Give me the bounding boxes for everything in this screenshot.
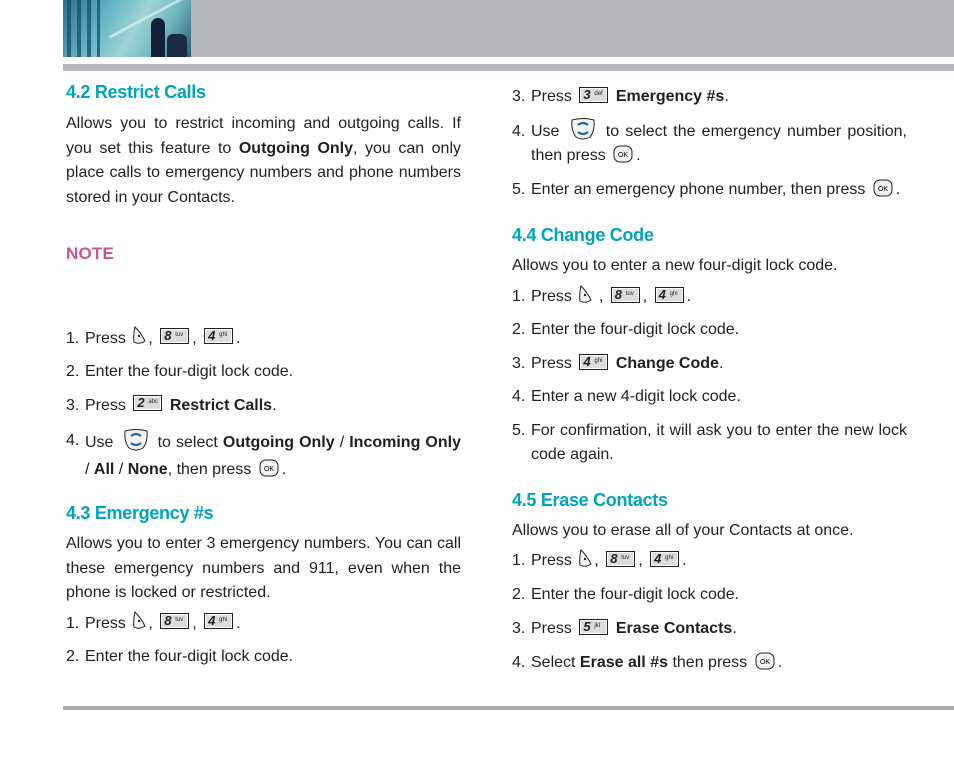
step-5: 5. Enter an emergency phone number, then… [512,178,907,203]
key-4: 4 ghi [204,613,234,630]
key-8: 8 tuv [610,286,640,303]
svg-text:OK: OK [618,152,628,159]
key-3: 3 def [579,86,609,103]
step-4: 4. Enter a new 4-digit lock code. [512,388,741,406]
step-1: 1. Press , 8 tuv, 4 ghi. [512,284,907,310]
right-column: 3. Press 3 def Emergency #s. 4. Use to se… [512,85,907,675]
key-4: 4 ghi [204,328,234,345]
navigation-key-icon [570,117,595,139]
step-4: 4. Use to select Outgoing Only / Incomin… [66,428,461,483]
step-1: 1. Press , 8 tuv, 4 ghi. [512,549,907,574]
section-title-erase-contacts: 4.5 Erase Contacts [512,489,668,510]
key-4: 4 ghi [654,286,684,303]
key-5: 5 jkl [579,619,609,635]
step-1: 1. Press , 8 tuv, 4 ghi. [66,611,461,637]
key-2: 2 abc [133,395,163,412]
navigation-key-icon [123,428,148,451]
step-3: 3. Press 5 jkl Erase Contacts. [512,619,737,638]
menu-key-icon [579,549,593,567]
section-title-emergency-numbers: 4.3 Emergency #s [66,503,214,523]
ok-key-icon: OK [613,145,633,163]
left-column: 4.2 Restrict Calls Allows you to restric… [66,80,461,670]
emergency-numbers-description: Allows you to enter 3 emergency numbers.… [66,535,461,601]
step-1: 1. Press , 8 tuv, 4 ghi. [66,326,461,352]
ok-key-icon: OK [259,459,279,477]
erase-contacts-description: Allows you to erase all of your Contacts… [512,521,854,539]
change-code-description: Allows you to enter a new four-digit loc… [512,257,838,275]
step-4: 4. Use to select the emergency number po… [512,117,907,169]
restrict-calls-description: Allows you to restrict incoming and outg… [66,115,462,206]
step-3: 3. Press 2 abc Restrict Calls. [66,395,277,414]
svg-text:OK: OK [878,186,888,193]
ok-key-icon: OK [755,652,775,669]
step-4: 4. Select Erase all #s then press OK. [512,651,907,676]
menu-key-icon [133,611,147,630]
note-label: NOTE [66,244,115,263]
menu-key-icon [133,326,147,345]
step-2: 2. Enter the four-digit lock code. [512,321,740,339]
step-3: 3. Press 4 ghi Change Code. [512,353,724,372]
key-4: 4 ghi [650,551,680,567]
ok-key-icon: OK [873,179,893,196]
section-title-restrict-calls: 4.2 Restrict Calls [66,82,206,102]
svg-text:OK: OK [264,466,274,473]
menu-key-icon [579,284,593,303]
step-5: 5. For confirmation, it will ask you to e… [512,421,907,464]
header-bar [63,0,954,57]
step-2: 2. Enter the four-digit lock code. [66,363,294,380]
step-2: 2. Enter the four-digit lock code. [66,648,294,665]
key-8: 8 tuv [606,551,636,567]
step-2: 2. Enter the four-digit lock code. [512,585,740,603]
svg-text:OK: OK [760,659,770,666]
top-divider [63,64,954,71]
section-title-change-code: 4.4 Change Code [512,225,654,246]
key-4: 4 ghi [579,353,609,370]
key-8: 8 tuv [160,613,190,630]
step-3: 3. Press 3 def Emergency #s. [512,86,729,105]
header-photo [63,0,191,57]
key-8: 8 tuv [160,328,190,345]
bottom-divider [63,706,954,710]
